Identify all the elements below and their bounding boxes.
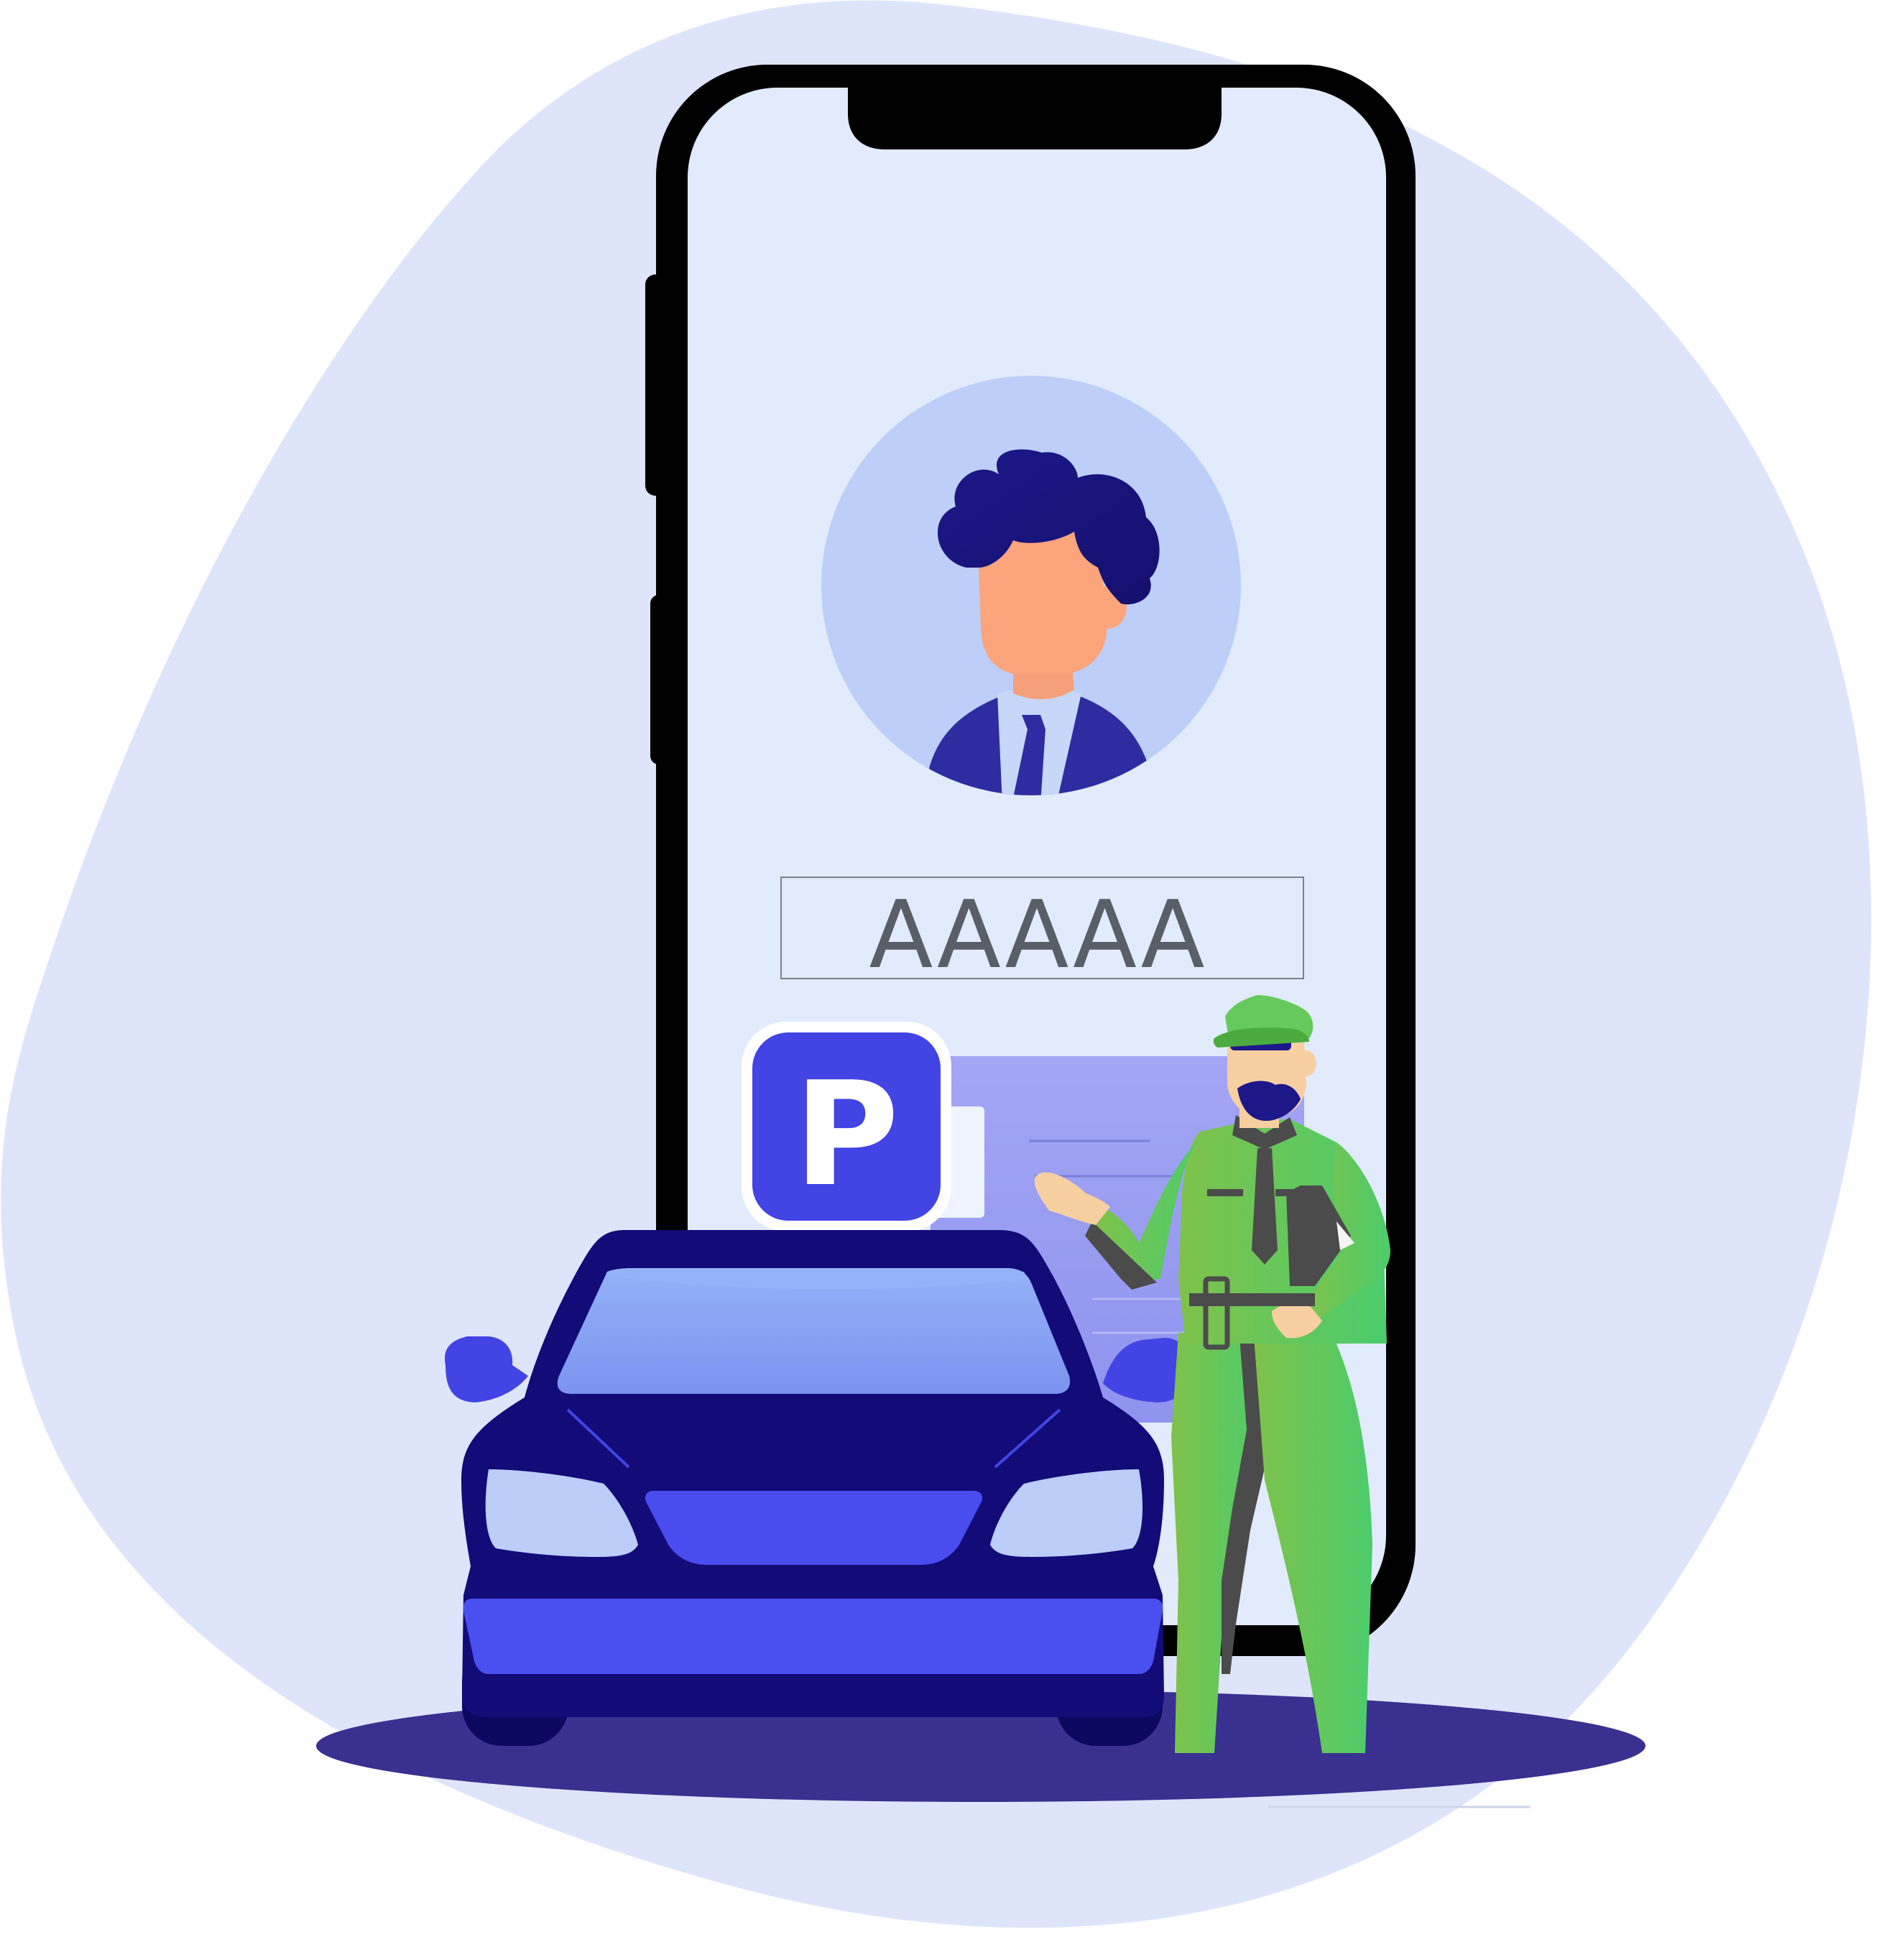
attendant-pocket xyxy=(1207,1189,1243,1196)
name-field-value: AAAAA xyxy=(869,880,1206,989)
phone-notch xyxy=(848,79,1222,149)
parking-sign-letter: P xyxy=(794,1051,900,1219)
car-grille xyxy=(645,1491,982,1565)
parking-illustration: AAAAA P xyxy=(1,0,1872,1928)
car-bumper xyxy=(463,1599,1163,1674)
attendant-pocket xyxy=(1275,1189,1311,1196)
name-field[interactable]: AAAAA xyxy=(780,877,1304,989)
attendant-ear xyxy=(1296,1050,1316,1076)
parking-sign: P xyxy=(742,1022,951,1231)
